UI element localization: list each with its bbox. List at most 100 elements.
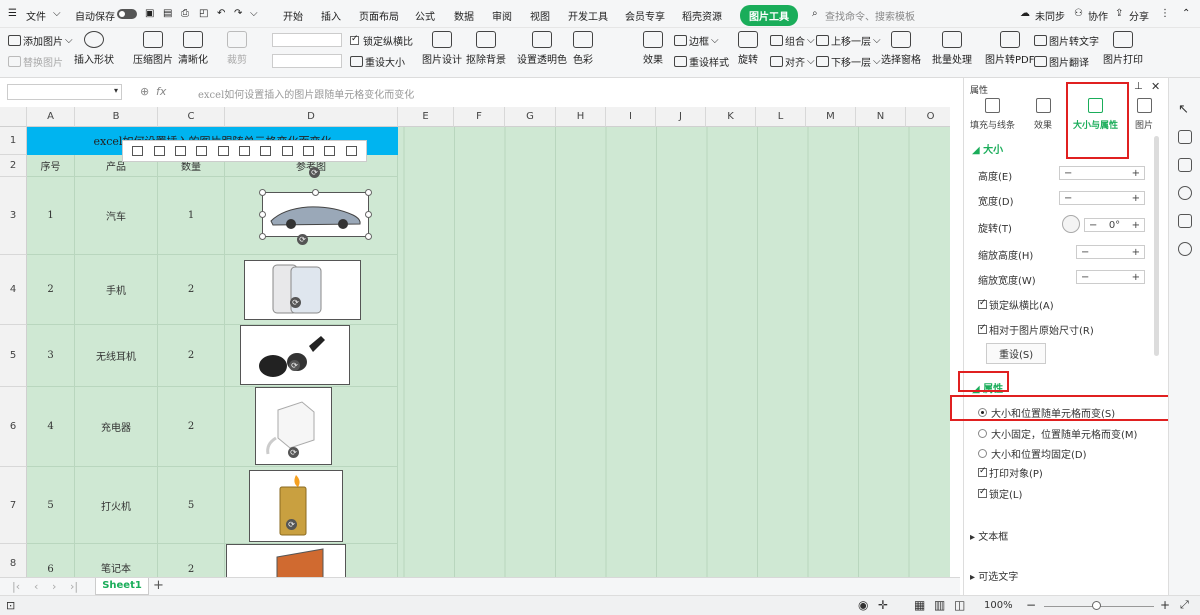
- rotate-handle-icon[interactable]: ⟳: [290, 297, 301, 308]
- resize-handle[interactable]: [259, 211, 266, 218]
- panel-header[interactable]: 属性: [970, 83, 988, 96]
- style-icon[interactable]: [1178, 158, 1192, 172]
- tab-home[interactable]: 开始: [283, 8, 303, 23]
- replace-image-button[interactable]: 替换图片: [8, 54, 63, 69]
- hamburger-icon[interactable]: ☰: [8, 8, 17, 19]
- phone-image[interactable]: [244, 260, 361, 320]
- radio-move-with-cells[interactable]: 大小固定，位置随单元格而变(M): [978, 426, 1137, 441]
- tab-review[interactable]: 审阅: [492, 8, 512, 23]
- zoom-formula-icon[interactable]: ⊕: [140, 85, 149, 98]
- row-header[interactable]: 1: [0, 127, 27, 155]
- row-header[interactable]: 5: [0, 325, 27, 387]
- zoom-out-icon[interactable]: −: [1026, 598, 1036, 612]
- first-sheet-icon[interactable]: |‹: [12, 580, 20, 593]
- more-icon[interactable]: ⋮: [1160, 8, 1170, 19]
- column-header[interactable]: M: [806, 107, 856, 127]
- minus-icon[interactable]: −: [1064, 193, 1072, 204]
- tab-effect[interactable]: 效果: [1034, 98, 1052, 131]
- table-cell[interactable]: 1: [158, 177, 225, 255]
- table-cell[interactable]: 3: [27, 325, 75, 387]
- width-spinner[interactable]: − +: [1059, 191, 1145, 205]
- eye-icon[interactable]: ◉: [858, 598, 868, 612]
- group-button[interactable]: 组合 ⌵: [770, 33, 815, 48]
- effect-button[interactable]: 效果: [643, 31, 663, 66]
- section-textbox[interactable]: ▸ 文本框: [970, 528, 1008, 543]
- tab-daoke[interactable]: 稻壳资源: [682, 8, 722, 23]
- search-icon[interactable]: ⌕: [812, 8, 818, 19]
- to-text-button[interactable]: 图片转文字: [1034, 33, 1099, 48]
- relative-size-checkbox[interactable]: 相对于图片原始尺寸(R): [978, 322, 1094, 337]
- align-button[interactable]: 对齐 ⌵: [770, 54, 815, 69]
- add-image-button[interactable]: 添加图片 ⌵: [8, 33, 73, 48]
- column-header[interactable]: O: [906, 107, 950, 127]
- table-cell[interactable]: 2: [158, 387, 225, 467]
- select-all-corner[interactable]: [0, 107, 27, 127]
- backup-icon[interactable]: [1178, 214, 1192, 228]
- table-cell[interactable]: 充电器: [75, 387, 158, 467]
- scale-height-spinner[interactable]: − +: [1076, 245, 1145, 259]
- prev-sheet-icon[interactable]: ‹: [34, 580, 38, 593]
- sheet-tab[interactable]: Sheet1: [95, 578, 149, 595]
- distribute-v-icon[interactable]: [281, 146, 293, 156]
- row-header[interactable]: 4: [0, 255, 27, 325]
- location-icon[interactable]: [1178, 242, 1192, 256]
- chevron-down-icon[interactable]: ⌵: [53, 8, 61, 19]
- rotate-handle-icon[interactable]: ⟳: [289, 360, 300, 371]
- table-cell[interactable]: 汽车: [75, 177, 158, 255]
- color-button[interactable]: 色彩: [573, 31, 593, 66]
- section-alt-text[interactable]: ▸ 可选文字: [970, 568, 1018, 583]
- group-align-icon[interactable]: [324, 146, 336, 156]
- chevron-down-icon[interactable]: ⌵: [250, 8, 258, 19]
- align-middle-icon[interactable]: [217, 146, 229, 156]
- name-box[interactable]: ▾: [7, 84, 122, 100]
- column-header[interactable]: N: [856, 107, 906, 127]
- tab-data[interactable]: 数据: [454, 8, 474, 23]
- border-button[interactable]: 边框 ⌵: [674, 33, 719, 48]
- add-sheet-button[interactable]: +: [153, 578, 164, 593]
- menu-file[interactable]: 文件: [26, 8, 46, 23]
- selection-pane-button[interactable]: 选择窗格: [881, 31, 921, 66]
- clarity-button[interactable]: 清晰化: [178, 31, 208, 66]
- rotate-handle-icon[interactable]: ⟳: [286, 519, 297, 530]
- cursor-icon[interactable]: ↖: [1178, 102, 1192, 117]
- rotate-handle-icon[interactable]: ⟳: [288, 447, 299, 458]
- align-left-icon[interactable]: [132, 146, 144, 156]
- column-header[interactable]: A: [27, 107, 75, 127]
- table-cell[interactable]: 手机: [75, 255, 158, 325]
- panel-scrollbar[interactable]: [1154, 136, 1159, 356]
- share-button[interactable]: 分享: [1129, 8, 1149, 23]
- table-cell[interactable]: 2: [158, 255, 225, 325]
- resize-handle[interactable]: [365, 211, 372, 218]
- last-sheet-icon[interactable]: ›|: [70, 580, 78, 593]
- column-header[interactable]: J: [656, 107, 706, 127]
- resize-handle[interactable]: [259, 233, 266, 240]
- redo-icon[interactable]: ↷: [234, 8, 242, 19]
- remove-bg-button[interactable]: 抠除背景: [466, 31, 506, 66]
- table-cell[interactable]: 打火机: [75, 467, 158, 544]
- picture-design-button[interactable]: 图片设计: [422, 31, 462, 66]
- resize-handle[interactable]: [365, 189, 372, 196]
- save-icon[interactable]: ▣: [145, 8, 154, 19]
- minus-icon[interactable]: −: [1081, 247, 1089, 258]
- cross-icon[interactable]: ✛: [878, 598, 888, 612]
- zoom-level[interactable]: 100%: [984, 600, 1013, 611]
- fx-icon[interactable]: fx: [156, 85, 166, 98]
- table-cell[interactable]: 4: [27, 387, 75, 467]
- tab-fill-line[interactable]: 填充与线条: [970, 98, 1015, 131]
- tab-picture[interactable]: 图片: [1135, 98, 1153, 131]
- compress-button[interactable]: 压缩图片: [133, 31, 173, 66]
- row-header[interactable]: 7: [0, 467, 27, 544]
- tab-page-layout[interactable]: 页面布局: [359, 8, 399, 23]
- autosave-toggle[interactable]: [117, 9, 137, 19]
- next-sheet-icon[interactable]: ›: [52, 580, 56, 593]
- print-icon[interactable]: ⎙: [181, 8, 189, 19]
- align-right-icon[interactable]: [174, 146, 186, 156]
- send-backward-button[interactable]: 下移一层 ⌵: [816, 54, 881, 69]
- radio-fixed[interactable]: 大小和位置均固定(D): [978, 446, 1087, 461]
- more-align-icon[interactable]: [345, 146, 357, 156]
- row-header[interactable]: 6: [0, 387, 27, 467]
- chevron-down-icon[interactable]: ▾: [114, 86, 118, 95]
- distribute-h-icon[interactable]: [260, 146, 272, 156]
- align-bottom-icon[interactable]: [238, 146, 250, 156]
- tab-formula[interactable]: 公式: [415, 8, 435, 23]
